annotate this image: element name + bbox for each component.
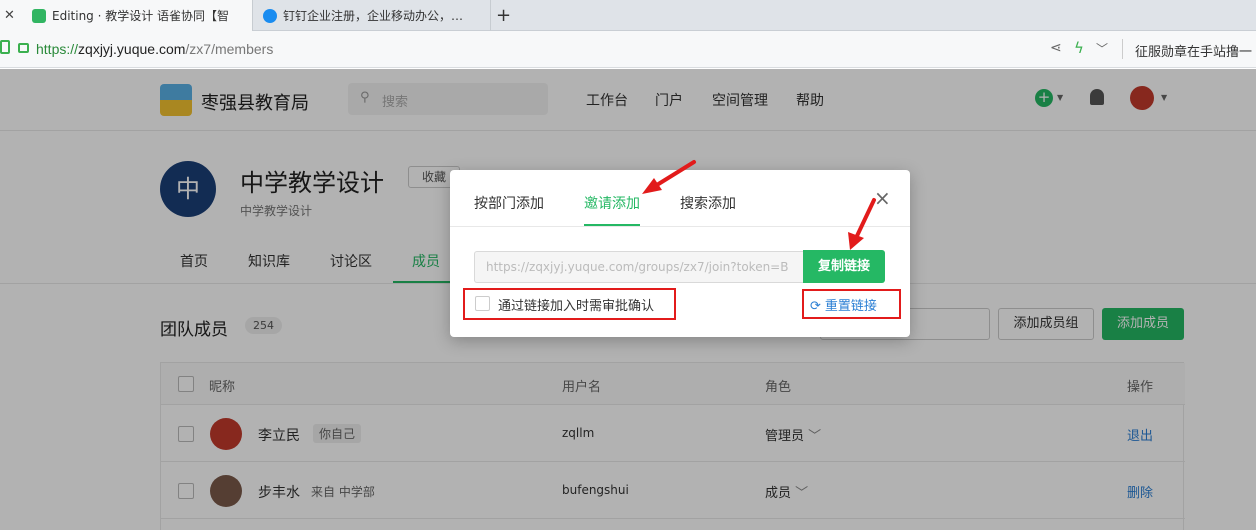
divider <box>1122 39 1123 59</box>
browser-tab-title: 钉钉企业注册，企业移动办公，… <box>283 9 464 23</box>
url-field[interactable]: https://zqxjyj.yuque.com/zx7/members <box>36 41 273 57</box>
browser-tab-editing[interactable]: ✕ Editing · 教学设计 语雀协同【智 <box>0 0 252 31</box>
yuque-favicon-icon <box>32 8 46 23</box>
address-bar: https://zqxjyj.yuque.com/zx7/members ⋖ ϟ… <box>0 31 1256 68</box>
share-icon[interactable]: ⋖ <box>1050 40 1062 56</box>
invite-link-input[interactable]: https://zqxjyj.yuque.com/groups/zx7/join… <box>474 251 804 283</box>
dingtalk-favicon-icon <box>263 8 277 23</box>
promo-text[interactable]: 征服勋章在手站撸一 <box>1135 41 1252 60</box>
browser-tab-title: Editing · 教学设计 语雀协同【智 <box>52 9 230 23</box>
annotation-box-reset <box>802 289 901 319</box>
active-tab-indicator <box>584 224 640 226</box>
annotation-box-approval <box>463 288 676 320</box>
new-tab-button[interactable]: + <box>490 0 514 31</box>
tab-add-by-department[interactable]: 按部门添加 <box>474 193 544 213</box>
close-icon[interactable]: ✕ <box>4 8 15 23</box>
lock-icon <box>18 43 29 53</box>
chevron-down-icon[interactable]: ﹀ <box>1096 40 1108 57</box>
lightning-icon[interactable]: ϟ <box>1074 39 1084 57</box>
annotation-arrow-icon <box>848 198 876 250</box>
annotation-arrow-icon <box>642 160 696 194</box>
browser-tab-dingtalk[interactable]: 钉钉企业注册，企业移动办公，… <box>252 0 484 31</box>
shield-icon <box>0 40 10 54</box>
browser-tab-bar: ✕ Editing · 教学设计 语雀协同【智 钉钉企业注册，企业移动办公，… … <box>0 0 1256 31</box>
